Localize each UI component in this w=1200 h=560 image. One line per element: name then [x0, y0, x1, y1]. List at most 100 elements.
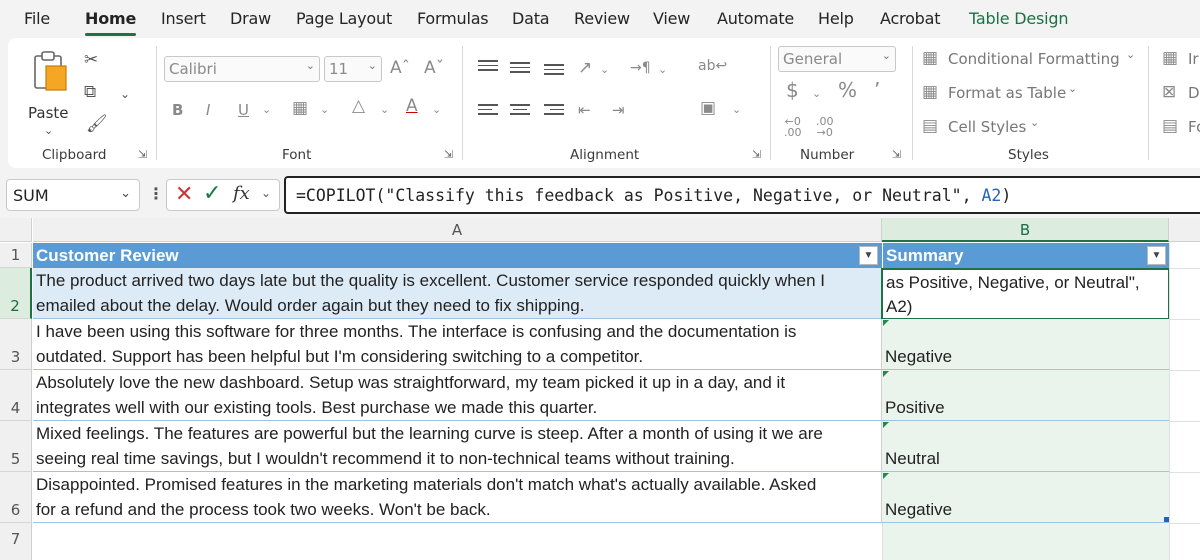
- increase-indent-icon[interactable]: ⇥: [612, 100, 625, 120]
- more-options-icon[interactable]: ⋮: [148, 184, 164, 203]
- align-right-icon[interactable]: [544, 104, 564, 118]
- increase-decimal-icon[interactable]: ←0.00: [784, 116, 802, 138]
- currency-dropdown-icon[interactable]: ⌄: [812, 84, 821, 104]
- percent-icon[interactable]: %: [838, 80, 857, 100]
- formula-cell-ref: A2: [981, 186, 1002, 205]
- cut-icon[interactable]: ✂: [84, 50, 98, 70]
- bold-icon[interactable]: B: [172, 100, 183, 120]
- number-format-dropdown[interactable]: General ⌄: [778, 46, 896, 72]
- font-name-dropdown[interactable]: Calibri ⌄: [164, 56, 320, 82]
- summary-cell[interactable]: Negative: [882, 319, 1169, 370]
- font-launcher-icon[interactable]: ⇲: [444, 149, 456, 161]
- tab-automate[interactable]: Automate: [717, 9, 794, 28]
- italic-icon[interactable]: I: [206, 100, 210, 120]
- number-launcher-icon[interactable]: ⇲: [892, 149, 904, 161]
- clipboard-launcher-icon[interactable]: ⇲: [138, 149, 150, 161]
- table-header-customer-review[interactable]: Customer Review ▼: [33, 243, 882, 268]
- row-header[interactable]: 6: [0, 472, 32, 523]
- name-box[interactable]: SUM ⌄: [6, 179, 140, 211]
- row-header[interactable]: 4: [0, 370, 32, 421]
- tab-insert[interactable]: Insert: [161, 9, 206, 28]
- table-row-review[interactable]: I have been using this software for thre…: [33, 319, 882, 370]
- empty-cell[interactable]: [882, 523, 1169, 560]
- row-header[interactable]: 7: [0, 523, 32, 560]
- filter-dropdown-icon[interactable]: ▼: [1147, 246, 1166, 265]
- currency-icon[interactable]: $: [786, 80, 799, 100]
- orientation-dropdown-icon[interactable]: ⌄: [600, 60, 609, 80]
- row-header[interactable]: 3: [0, 319, 32, 370]
- middle-align-icon[interactable]: [510, 62, 530, 76]
- column-header-c[interactable]: [1169, 218, 1200, 242]
- chevron-down-icon[interactable]: ⌄: [261, 186, 271, 200]
- table-row-review[interactable]: Disappointed. Promised features in the m…: [33, 472, 882, 523]
- text-direction-icon[interactable]: →¶: [630, 58, 651, 78]
- tab-formulas[interactable]: Formulas: [417, 9, 489, 28]
- font-size-dropdown[interactable]: 11 ⌄: [324, 56, 382, 82]
- fill-color-dropdown-icon[interactable]: ⌄: [380, 100, 389, 120]
- font-color-dropdown-icon[interactable]: ⌄: [432, 100, 441, 120]
- tab-home[interactable]: Home: [85, 9, 136, 36]
- borders-dropdown-icon[interactable]: ⌄: [320, 100, 329, 120]
- borders-icon[interactable]: ▦: [292, 98, 308, 118]
- merge-dropdown-icon[interactable]: ⌄: [732, 100, 741, 120]
- cell-styles-label: Cell Styles: [948, 118, 1027, 136]
- table-header-summary[interactable]: Summary ▼: [882, 243, 1169, 268]
- cell-indicator-icon: [883, 371, 889, 377]
- orientation-icon[interactable]: ↗: [578, 58, 592, 78]
- clipboard-group-label: Clipboard: [42, 147, 107, 163]
- table-row-review[interactable]: Mixed feelings. The features are powerfu…: [33, 421, 882, 472]
- active-cell-editor[interactable]: as Positive, Negative, or Neutral", A2): [881, 268, 1170, 320]
- tab-file[interactable]: File: [24, 9, 50, 28]
- select-all-corner[interactable]: [0, 218, 32, 242]
- row-header[interactable]: 5: [0, 421, 32, 472]
- alignment-group-label: Alignment: [570, 147, 640, 163]
- fill-color-icon[interactable]: △: [352, 96, 365, 116]
- wrap-text-icon[interactable]: ab↩: [698, 56, 727, 76]
- decrease-indent-icon[interactable]: ⇤: [578, 100, 591, 120]
- insert-function-icon[interactable]: fx: [233, 183, 250, 204]
- copy-dropdown-icon[interactable]: ⌄: [120, 84, 130, 104]
- row-header[interactable]: 2: [0, 268, 32, 319]
- tab-page-layout[interactable]: Page Layout: [296, 9, 392, 28]
- summary-cell[interactable]: Positive: [882, 370, 1169, 421]
- insert-cells-label: Ir: [1188, 50, 1199, 68]
- tab-help[interactable]: Help: [818, 9, 854, 28]
- number-format-value: General: [783, 50, 843, 68]
- paste-button[interactable]: Paste ⌄: [24, 48, 76, 138]
- tab-acrobat[interactable]: Acrobat: [880, 9, 941, 28]
- row-header[interactable]: 1: [0, 243, 32, 268]
- decrease-font-icon[interactable]: Aˇ: [424, 58, 444, 78]
- font-color-icon[interactable]: A: [406, 96, 418, 116]
- merge-center-icon[interactable]: ▣: [700, 98, 716, 118]
- summary-cell[interactable]: Neutral: [882, 421, 1169, 472]
- comma-style-icon[interactable]: ’: [874, 80, 880, 100]
- underline-icon[interactable]: U: [238, 100, 249, 120]
- chevron-down-icon: ⌄: [1126, 48, 1136, 61]
- copy-icon[interactable]: ⧉: [84, 82, 96, 102]
- column-header-b[interactable]: B: [882, 218, 1169, 242]
- cancel-icon[interactable]: ✕: [175, 182, 193, 207]
- format-painter-icon[interactable]: 🖌: [86, 114, 108, 134]
- text-direction-dropdown-icon[interactable]: ⌄: [658, 60, 667, 80]
- increase-font-icon[interactable]: Aˆ: [390, 58, 410, 78]
- format-cells-icon: ▤: [1162, 116, 1179, 136]
- enter-icon[interactable]: ✓: [203, 181, 221, 206]
- table-row-review[interactable]: Absolutely love the new dashboard. Setup…: [33, 370, 882, 421]
- column-header-a[interactable]: A: [33, 218, 882, 242]
- summary-cell[interactable]: Negative: [882, 472, 1169, 523]
- decrease-decimal-icon[interactable]: .00 →0: [816, 116, 834, 138]
- formula-input[interactable]: =COPILOT("Classify this feedback as Posi…: [284, 176, 1200, 214]
- top-align-icon[interactable]: [478, 60, 498, 74]
- tab-table-design[interactable]: Table Design: [969, 9, 1069, 28]
- tab-data[interactable]: Data: [512, 9, 550, 28]
- underline-dropdown-icon[interactable]: ⌄: [262, 100, 271, 120]
- align-center-icon[interactable]: [510, 104, 530, 118]
- tab-review[interactable]: Review: [574, 9, 630, 28]
- filter-dropdown-icon[interactable]: ▼: [859, 246, 878, 265]
- tab-draw[interactable]: Draw: [230, 9, 271, 28]
- bottom-align-icon[interactable]: [544, 64, 564, 78]
- alignment-launcher-icon[interactable]: ⇲: [752, 149, 764, 161]
- tab-view[interactable]: View: [653, 9, 690, 28]
- table-row-review[interactable]: The product arrived two days late but th…: [33, 268, 882, 319]
- align-left-icon[interactable]: [478, 104, 498, 118]
